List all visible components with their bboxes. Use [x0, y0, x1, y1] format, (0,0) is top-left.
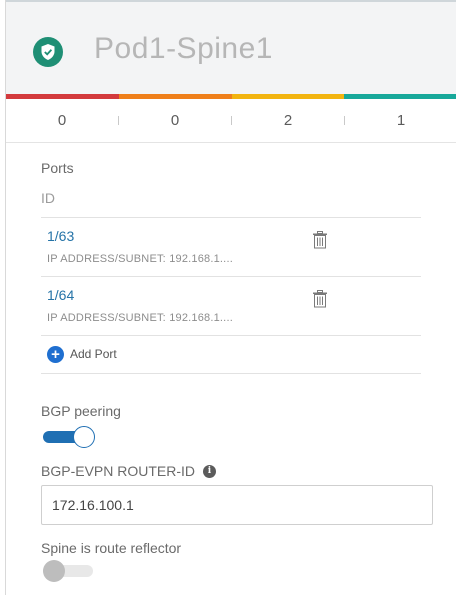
- count-minor[interactable]: 2: [232, 112, 344, 129]
- bgp-peering-toggle[interactable]: [41, 426, 95, 448]
- router-id-input[interactable]: [41, 485, 433, 525]
- ports-id-column-header: ID: [41, 190, 55, 206]
- port-id-link[interactable]: 1/64: [47, 287, 74, 303]
- route-reflector-label: Spine is route reflector: [41, 540, 182, 556]
- router-id-label: BGP-EVPN ROUTER-ID: [41, 463, 196, 479]
- add-port-label[interactable]: Add Port: [70, 347, 117, 361]
- ports-list: 1/63 IP ADDRESS/SUBNET: 192.168.1.... 1/…: [41, 217, 421, 374]
- ports-section-label: Ports: [41, 160, 74, 176]
- port-row[interactable]: 1/64 IP ADDRESS/SUBNET: 192.168.1....: [41, 276, 421, 335]
- bgp-peering-label: BGP peering: [41, 403, 121, 419]
- page-title: Pod1-Spine1: [94, 32, 273, 65]
- trash-icon[interactable]: [312, 290, 328, 313]
- count-ok[interactable]: 1: [345, 112, 456, 129]
- count-major[interactable]: 0: [119, 112, 231, 129]
- trash-icon[interactable]: [312, 231, 328, 254]
- plus-circle-icon[interactable]: +: [47, 346, 64, 363]
- port-ip-address: IP ADDRESS/SUBNET: 192.168.1....: [47, 253, 233, 265]
- info-icon[interactable]: i: [203, 464, 217, 478]
- router-id-label-row: BGP-EVPN ROUTER-ID i: [41, 463, 217, 479]
- add-port-button[interactable]: + Add Port: [41, 335, 421, 374]
- toggle-knob[interactable]: [73, 426, 95, 448]
- port-ip-address: IP ADDRESS/SUBNET: 192.168.1....: [47, 312, 233, 324]
- toggle-knob[interactable]: [43, 560, 65, 582]
- port-id-link[interactable]: 1/63: [47, 228, 74, 244]
- route-reflector-toggle[interactable]: [41, 560, 95, 582]
- panel-header: Pod1-Spine1: [6, 2, 456, 94]
- device-panel: Pod1-Spine1 0 0 2 1 Ports ID 1/63 IP ADD…: [5, 0, 456, 595]
- fault-counts: 0 0 2 1: [6, 99, 456, 143]
- shield-check-icon: [33, 37, 63, 67]
- count-critical[interactable]: 0: [6, 112, 118, 129]
- port-row[interactable]: 1/63 IP ADDRESS/SUBNET: 192.168.1....: [41, 217, 421, 276]
